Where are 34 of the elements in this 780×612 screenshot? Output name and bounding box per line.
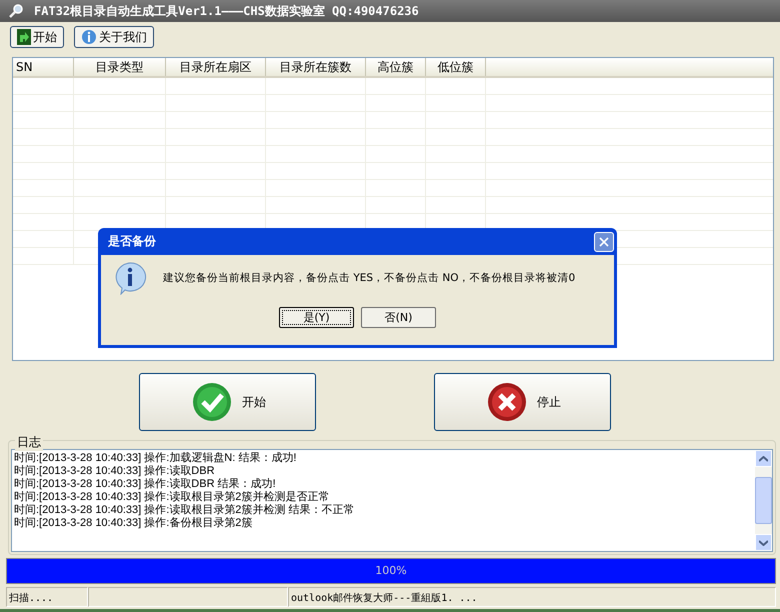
column-header[interactable]: 目录所在扇区 <box>166 58 266 76</box>
log-line: 时间:[2013-3-28 10:40:33] 操作:读取根目录第2簇并检测是否正常 <box>14 491 330 504</box>
magnifier-icon <box>8 3 24 19</box>
status-panel: outlook邮件恢复大师---重組版1. ... <box>288 587 776 607</box>
toolbar-button[interactable]: 关于我们 <box>74 26 154 48</box>
status-panel: 扫描.... <box>6 587 88 607</box>
column-header[interactable]: 目录类型 <box>74 58 166 76</box>
checkmark-icon <box>192 382 232 422</box>
progress-reading: 100% <box>374 564 408 577</box>
window-title: FAT32根目录自动生成工具Ver1.1———CHS数据实验室 QQ:490476236 <box>34 2 419 20</box>
toolbar-button[interactable]: 开始 <box>10 26 64 48</box>
column-header[interactable]: 低位簇 <box>426 58 486 76</box>
arrow-icon <box>17 29 31 45</box>
action-button[interactable]: 开始 <box>139 373 316 431</box>
log-line: 时间:[2013-3-28 10:40:33] 操作:读取根目录第2簇并检测 结果：不正常 <box>14 504 356 517</box>
column-header[interactable]: SN <box>13 58 74 76</box>
info-icon <box>81 29 97 45</box>
column-header[interactable]: 高位簇 <box>366 58 426 76</box>
dialog-button[interactable]: 是(Y) <box>279 307 354 328</box>
dialog-message: 建议您备份当前根目录内容，备份点击 YES，不备份点击 NO，不备份根目录将被清0 <box>163 271 576 285</box>
group-title: 日志 <box>15 434 43 451</box>
close-button[interactable] <box>594 232 614 252</box>
dialog-title: 是否备份 <box>108 233 156 250</box>
log-line: 时间:[2013-3-28 10:40:33] 操作:读取DBR 结果：成功! <box>14 478 277 490</box>
close-icon <box>599 236 609 246</box>
log-line: 时间:[2013-3-28 10:40:33] 操作:加载逻辑盘N: 结果：成功! <box>14 452 298 465</box>
column-header[interactable]: 目录所在簇数 <box>266 58 366 76</box>
scrollbar[interactable] <box>755 450 772 551</box>
dialog-button[interactable]: 否(N) <box>361 307 436 328</box>
info-icon <box>113 261 147 295</box>
log-line: 时间:[2013-3-28 10:40:33] 操作:备份根目录第2簇 <box>14 517 254 530</box>
cross-icon <box>487 382 527 422</box>
action-button[interactable]: 停止 <box>434 373 611 431</box>
log-line: 时间:[2013-3-28 10:40:33] 操作:读取DBR <box>14 465 216 478</box>
